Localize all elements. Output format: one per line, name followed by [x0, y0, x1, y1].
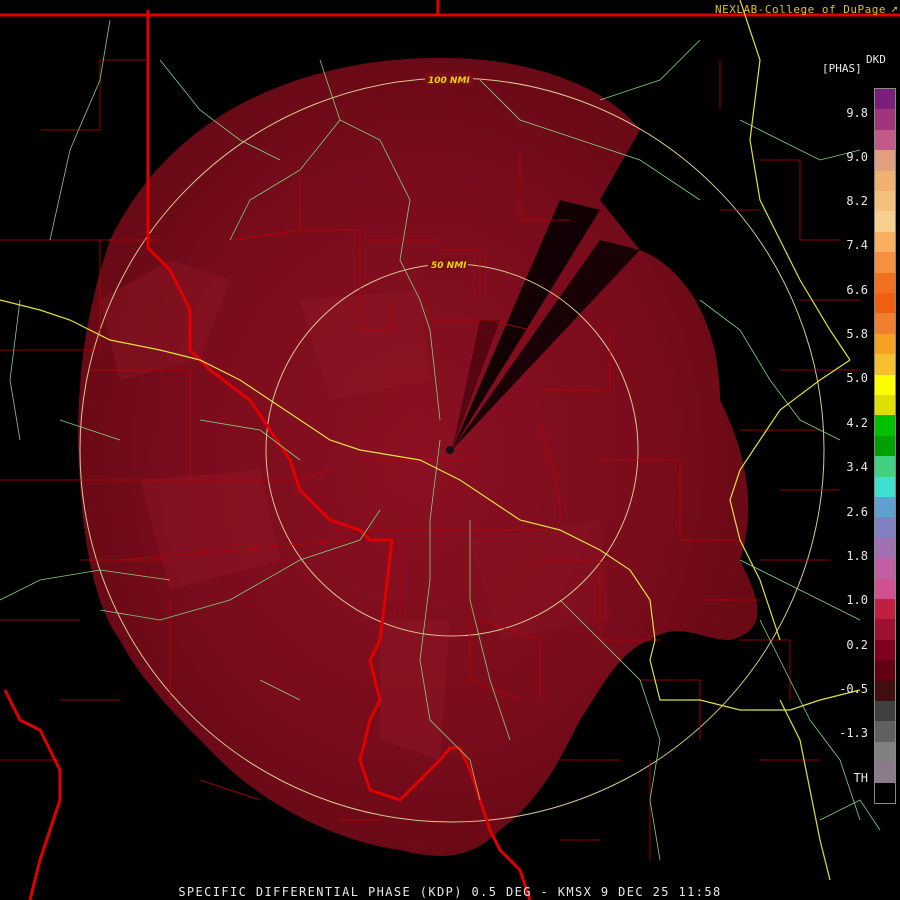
legend-color-swatch: [875, 701, 895, 722]
legend-label: TH: [853, 771, 868, 785]
legend-label: -1.3: [839, 726, 868, 740]
legend-label: -0.5: [839, 682, 868, 696]
legend-color-swatch: [875, 129, 895, 151]
legend-color-swatch: [875, 619, 895, 641]
legend-label: 1.8: [846, 549, 868, 563]
legend-label: 9.0: [846, 150, 868, 164]
legend-color-swatch: [875, 89, 895, 110]
legend-color-swatch: [875, 660, 895, 682]
legend-color-swatch: [875, 762, 895, 784]
radar-site-marker: [446, 446, 454, 454]
legend-label: 8.2: [846, 194, 868, 208]
legend-color-swatch: [875, 150, 895, 172]
legend-color-swatch: [875, 231, 895, 253]
legend-color-swatch: [875, 415, 895, 437]
radar-map[interactable]: 100 NMI 50 NMI: [0, 0, 900, 900]
legend-color-swatch: [875, 354, 895, 376]
legend-color-swatch: [875, 680, 895, 702]
legend-color-swatch: [875, 109, 895, 131]
legend-label: 4.2: [846, 416, 868, 430]
legend-label: 3.4: [846, 460, 868, 474]
legend-color-swatch: [875, 313, 895, 335]
legend-color-swatch: [875, 599, 895, 620]
legend-color-swatch: [875, 395, 895, 416]
legend-label: 0.2: [846, 638, 868, 652]
legend-color-swatch: [875, 333, 895, 355]
legend-color-swatch: [875, 497, 895, 518]
legend-color-swatch: [875, 741, 895, 763]
color-legend-bar: [874, 88, 896, 804]
legend-color-swatch: [875, 170, 895, 192]
legend-color-swatch: [875, 782, 895, 804]
legend-color-swatch: [875, 293, 895, 314]
legend-color-swatch: [875, 537, 895, 559]
radar-echo-field: [78, 57, 758, 856]
legend-color-swatch: [875, 721, 895, 743]
legend-unit-sub: [PHAS]: [822, 62, 862, 75]
ring-label-50: 50 NMI: [431, 261, 467, 271]
legend-label: 2.6: [846, 505, 868, 519]
legend-color-swatch: [875, 456, 895, 478]
legend-color-swatch: [875, 578, 895, 600]
legend-color-swatch: [875, 191, 895, 212]
external-link-icon[interactable]: ↗: [891, 1, 898, 15]
legend-color-swatch: [875, 517, 895, 539]
legend-color-swatch: [875, 374, 895, 396]
product-footer: SPECIFIC DIFFERENTIAL PHASE (KDP) 0.5 DE…: [178, 885, 722, 899]
credit-text[interactable]: NEXLAB-College of DuPage: [715, 3, 886, 16]
legend-color-swatch: [875, 435, 895, 457]
legend-label: 1.0: [846, 593, 868, 607]
legend-label: 7.4: [846, 238, 868, 252]
legend-label: 9.8: [846, 106, 868, 120]
legend-color-swatch: [875, 252, 895, 274]
ring-label-100: 100 NMI: [428, 76, 470, 86]
legend-unit: DKD: [866, 53, 886, 66]
legend-color-swatch: [875, 639, 895, 661]
legend-color-swatch: [875, 558, 895, 580]
legend-color-swatch: [875, 476, 895, 498]
legend-label: 5.8: [846, 327, 868, 341]
legend-color-swatch: [875, 272, 895, 294]
legend-label: 6.6: [846, 283, 868, 297]
legend-color-swatch: [875, 211, 895, 233]
legend-label: 5.0: [846, 371, 868, 385]
